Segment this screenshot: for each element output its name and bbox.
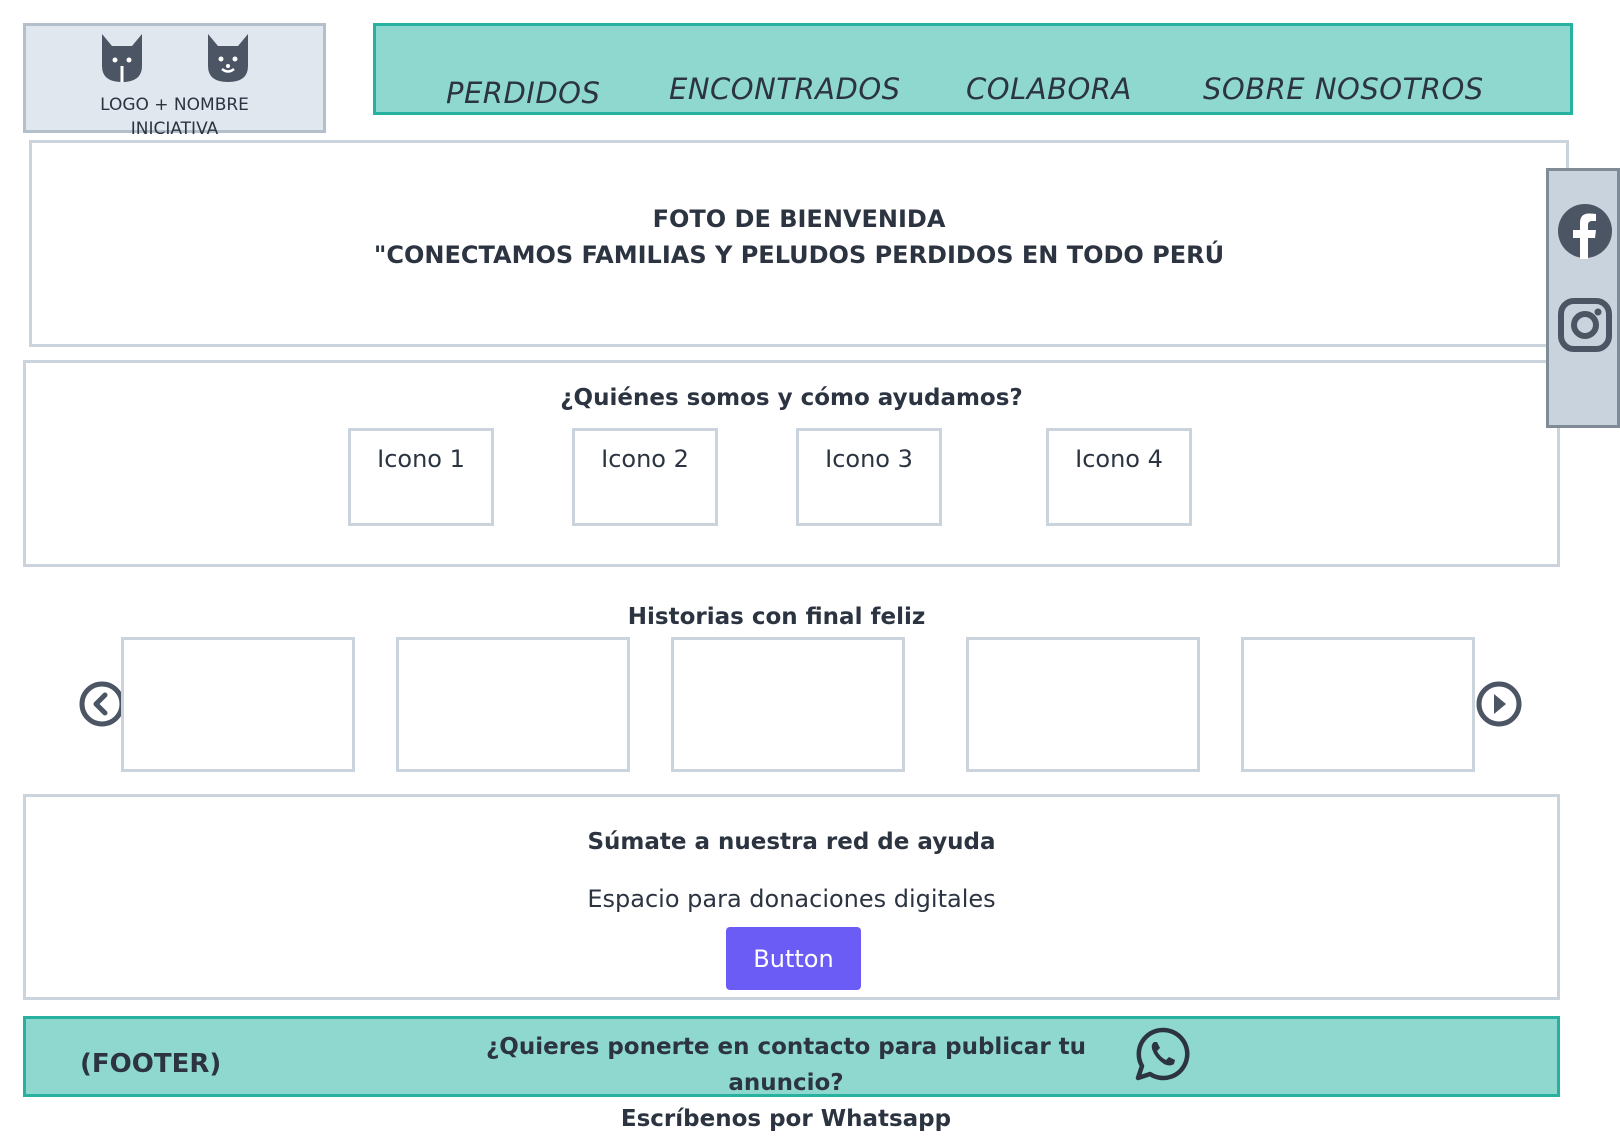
hero-line1: FOTO DE BIENVENIDA	[652, 205, 946, 233]
icon-card-label: Icono 2	[601, 445, 689, 473]
stories-title: Historias con final feliz	[627, 604, 926, 630]
icon-card-label: Icono 3	[825, 445, 913, 473]
cat-icon	[102, 34, 142, 82]
nav-item-encontrados[interactable]: ENCONTRADOS	[669, 72, 901, 106]
about-title: ¿Quiénes somos y cómo ayudamos?	[560, 385, 1023, 411]
about-icon-card-4[interactable]: Icono 4	[1046, 428, 1192, 526]
donate-button[interactable]: Button	[726, 927, 861, 990]
nav-item-perdidos[interactable]: PERDIDOS	[446, 76, 600, 110]
whatsapp-icon[interactable]	[1134, 1025, 1192, 1083]
social-sidebar	[1546, 168, 1620, 428]
footer-label: (FOOTER)	[80, 1049, 222, 1079]
about-section: ¿Quiénes somos y cómo ayudamos? Icono 1 …	[23, 360, 1560, 567]
logo-text: LOGO + NOMBRE INICIATIVA	[26, 93, 323, 141]
instagram-icon[interactable]	[1557, 297, 1613, 353]
logo-box[interactable]: LOGO + NOMBRE INICIATIVA	[23, 23, 326, 139]
donation-subtitle: Espacio para donaciones digitales	[587, 885, 996, 913]
story-card-3[interactable]	[671, 637, 905, 772]
play-right-circle-icon[interactable]	[1475, 680, 1523, 728]
nav-item-sobre-nosotros[interactable]: SOBRE NOSOTROS	[1203, 72, 1484, 106]
hero-title: FOTO DE BIENVENIDA "CONECTAMOS FAMILIAS …	[32, 201, 1566, 273]
donation-title: Súmate a nuestra red de ayuda	[587, 829, 996, 855]
cat-icon	[208, 34, 248, 82]
about-icon-card-2[interactable]: Icono 2	[572, 428, 718, 526]
hero-line2: "CONECTAMOS FAMILIAS Y PELUDOS PERDIDOS …	[373, 241, 1225, 269]
donation-section: Súmate a nuestra red de ayuda Espacio pa…	[23, 794, 1560, 1000]
footer-line1: ¿Quieres ponerte en contacto para public…	[485, 1034, 1087, 1096]
footer: (FOOTER) ¿Quieres ponerte en contacto pa…	[23, 1016, 1560, 1132]
story-card-1[interactable]	[121, 637, 355, 772]
story-card-4[interactable]	[966, 637, 1200, 772]
footer-contact-text: ¿Quieres ponerte en contacto para public…	[436, 1029, 1136, 1137]
logo-text-line2: INICIATIVA	[130, 119, 219, 139]
story-card-5[interactable]	[1241, 637, 1475, 772]
chevron-left-circle-icon[interactable]	[78, 680, 126, 728]
hero-banner: FOTO DE BIENVENIDA "CONECTAMOS FAMILIAS …	[29, 140, 1569, 347]
story-card-2[interactable]	[396, 637, 630, 772]
icon-card-label: Icono 1	[377, 445, 465, 473]
facebook-icon[interactable]	[1557, 203, 1613, 259]
footer-line2: Escríbenos por Whatsapp	[620, 1106, 952, 1132]
about-icon-card-3[interactable]: Icono 3	[796, 428, 942, 526]
nav-item-colabora[interactable]: COLABORA	[966, 72, 1132, 106]
logo-text-line1: LOGO + NOMBRE	[100, 95, 249, 115]
main-nav: PERDIDOS ENCONTRADOS COLABORA SOBRE NOSO…	[373, 23, 1573, 115]
icon-card-label: Icono 4	[1075, 445, 1163, 473]
about-icon-card-1[interactable]: Icono 1	[348, 428, 494, 526]
